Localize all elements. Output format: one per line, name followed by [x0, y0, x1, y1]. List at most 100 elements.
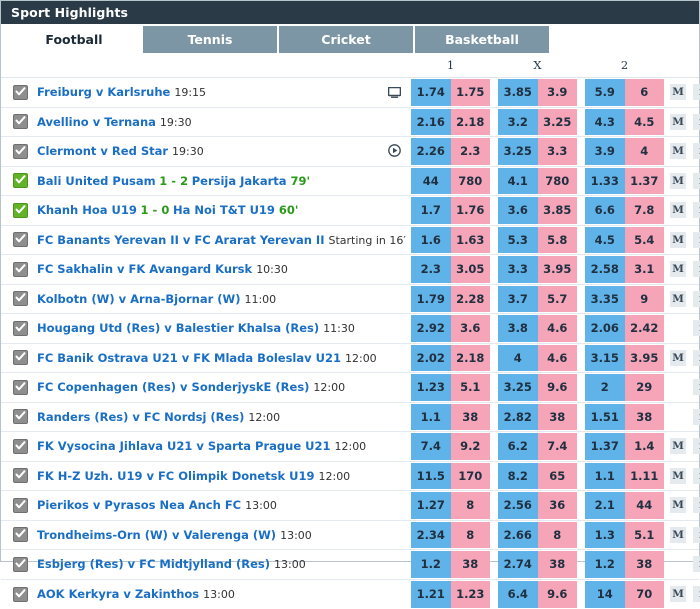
match-label[interactable]: AOK Kerkyra v Zakinthos13:00 — [37, 587, 235, 601]
odd-lay-home-win[interactable]: 5.1 — [451, 374, 491, 401]
odd-lay-home-win[interactable]: 8 — [451, 492, 491, 519]
match-teams[interactable]: Kolbotn (W) v Arna-Bjornar (W) — [37, 292, 240, 306]
match-media[interactable] — [388, 142, 401, 161]
match-checkbox[interactable] — [13, 557, 28, 572]
match-teams[interactable]: FC Sakhalin v FK Avangard Kursk — [37, 262, 252, 276]
match-teams[interactable]: FC Copenhagen (Res) v SonderjyskE (Res) — [37, 380, 309, 394]
odd-lay-away-win[interactable]: 38 — [625, 404, 665, 431]
odd-back-home-win[interactable]: 1.6 — [411, 227, 451, 254]
info-button[interactable]: i — [693, 84, 700, 100]
more-markets-button[interactable]: M — [670, 202, 686, 218]
odd-back-away-win[interactable]: 2.58 — [585, 256, 625, 283]
more-markets-button[interactable]: M — [670, 173, 686, 189]
match-media[interactable] — [388, 83, 401, 102]
match-checkbox[interactable] — [13, 350, 28, 365]
match-label[interactable]: Khanh Hoa U19 1 - 0 Ha Noi T&T U1960' — [37, 203, 298, 217]
odd-back-home-win[interactable]: 1.23 — [411, 374, 451, 401]
match-teams[interactable]: Pierikos v Pyrasos Nea Anch FC — [37, 498, 241, 512]
match-checkbox[interactable] — [13, 232, 28, 247]
odd-back-home-win[interactable]: 1.2 — [411, 551, 451, 578]
more-markets-button[interactable]: M — [670, 350, 686, 366]
odd-lay-away-win[interactable]: 29 — [625, 374, 665, 401]
odd-lay-home-win[interactable]: 9.2 — [451, 433, 491, 460]
odd-back-draw[interactable]: 6.2 — [498, 433, 538, 460]
match-checkbox[interactable] — [13, 203, 28, 218]
match-label[interactable]: Bali United Pusam 1 - 2 Persija Jakarta7… — [37, 174, 310, 188]
tv-icon[interactable] — [388, 83, 401, 102]
odd-back-away-win[interactable]: 1.37 — [585, 433, 625, 460]
odd-back-away-win[interactable]: 1.51 — [585, 404, 625, 431]
odd-lay-draw[interactable]: 3.3 — [538, 138, 578, 165]
odd-lay-home-win[interactable]: 38 — [451, 404, 491, 431]
odd-back-home-win[interactable]: 11.5 — [411, 463, 451, 490]
match-label[interactable]: FC Sakhalin v FK Avangard Kursk10:30 — [37, 262, 288, 276]
match-teams[interactable]: Randers (Res) v FC Nordsj (Res) — [37, 410, 244, 424]
info-button[interactable]: i — [693, 527, 700, 543]
odd-lay-home-win[interactable]: 1.63 — [451, 227, 491, 254]
odd-lay-away-win[interactable]: 3.1 — [625, 256, 665, 283]
info-button[interactable]: i — [693, 438, 700, 454]
odd-lay-home-win[interactable]: 1.23 — [451, 581, 491, 609]
odd-lay-away-win[interactable]: 5.4 — [625, 227, 665, 254]
match-checkbox[interactable] — [13, 321, 28, 336]
odd-back-home-win[interactable]: 2.02 — [411, 345, 451, 372]
odd-back-away-win[interactable]: 2 — [585, 374, 625, 401]
odd-back-draw[interactable]: 4.1 — [498, 168, 538, 195]
odd-lay-home-win[interactable]: 2.28 — [451, 286, 491, 313]
match-checkbox[interactable] — [13, 439, 28, 454]
odd-back-home-win[interactable]: 1.79 — [411, 286, 451, 313]
odd-back-away-win[interactable]: 5.9 — [585, 79, 625, 106]
play-icon[interactable] — [388, 142, 401, 161]
match-checkbox[interactable] — [13, 409, 28, 424]
info-button[interactable]: i — [693, 143, 700, 159]
odd-back-draw[interactable]: 3.2 — [498, 109, 538, 136]
info-button[interactable]: i — [693, 497, 700, 513]
match-checkbox[interactable] — [13, 587, 28, 602]
match-label[interactable]: Pierikos v Pyrasos Nea Anch FC13:00 — [37, 498, 277, 512]
home-team[interactable]: Bali United Pusam — [37, 174, 156, 188]
odd-back-draw[interactable]: 3.7 — [498, 286, 538, 313]
info-button[interactable]: i — [693, 202, 700, 218]
odd-lay-away-win[interactable]: 70 — [625, 581, 665, 609]
odd-back-away-win[interactable]: 1.33 — [585, 168, 625, 195]
odd-back-home-win[interactable]: 2.92 — [411, 315, 451, 342]
more-markets-button[interactable]: M — [670, 468, 686, 484]
more-markets-button[interactable]: M — [670, 291, 686, 307]
match-label[interactable]: Avellino v Ternana19:30 — [37, 115, 192, 129]
match-label[interactable]: Clermont v Red Star19:30 — [37, 144, 204, 158]
more-markets-button[interactable]: M — [670, 261, 686, 277]
odd-lay-home-win[interactable]: 170 — [451, 463, 491, 490]
more-markets-button[interactable]: M — [670, 586, 686, 602]
odd-back-away-win[interactable]: 4.3 — [585, 109, 625, 136]
match-label[interactable]: Freiburg v Karlsruhe19:15 — [37, 85, 206, 99]
match-label[interactable]: Hougang Utd (Res) v Balestier Khalsa (Re… — [37, 321, 355, 335]
odd-back-home-win[interactable]: 2.3 — [411, 256, 451, 283]
info-button[interactable]: i — [693, 114, 700, 130]
more-markets-button[interactable]: M — [670, 84, 686, 100]
odd-back-home-win[interactable]: 7.4 — [411, 433, 451, 460]
odd-lay-draw[interactable]: 3.95 — [538, 256, 578, 283]
odd-lay-draw[interactable]: 38 — [538, 404, 578, 431]
odd-lay-away-win[interactable]: 44 — [625, 492, 665, 519]
match-checkbox[interactable] — [13, 498, 28, 513]
away-team[interactable]: Persija Jakarta — [192, 174, 287, 188]
match-teams[interactable]: AOK Kerkyra v Zakinthos — [37, 587, 199, 601]
info-button[interactable]: i — [693, 173, 700, 189]
odd-lay-draw[interactable]: 5.8 — [538, 227, 578, 254]
odd-back-draw[interactable]: 2.74 — [498, 551, 538, 578]
odd-back-away-win[interactable]: 6.6 — [585, 197, 625, 224]
odd-back-away-win[interactable]: 1.2 — [585, 551, 625, 578]
odd-lay-away-win[interactable]: 1.37 — [625, 168, 665, 195]
odd-lay-away-win[interactable]: 5.1 — [625, 522, 665, 549]
info-button[interactable]: i — [693, 350, 700, 366]
more-markets-button[interactable]: M — [670, 438, 686, 454]
tab-basketball[interactable]: Basketball — [415, 26, 551, 53]
odd-lay-home-win[interactable]: 2.18 — [451, 109, 491, 136]
info-button[interactable]: i — [693, 261, 700, 277]
more-markets-button[interactable]: M — [670, 497, 686, 513]
match-label[interactable]: FK H-Z Uzh. U19 v FC Olimpik Donetsk U19… — [37, 469, 350, 483]
odd-lay-home-win[interactable]: 2.3 — [451, 138, 491, 165]
odd-lay-draw[interactable]: 9.6 — [538, 374, 578, 401]
odd-back-draw[interactable]: 3.25 — [498, 374, 538, 401]
match-teams[interactable]: Clermont v Red Star — [37, 144, 168, 158]
